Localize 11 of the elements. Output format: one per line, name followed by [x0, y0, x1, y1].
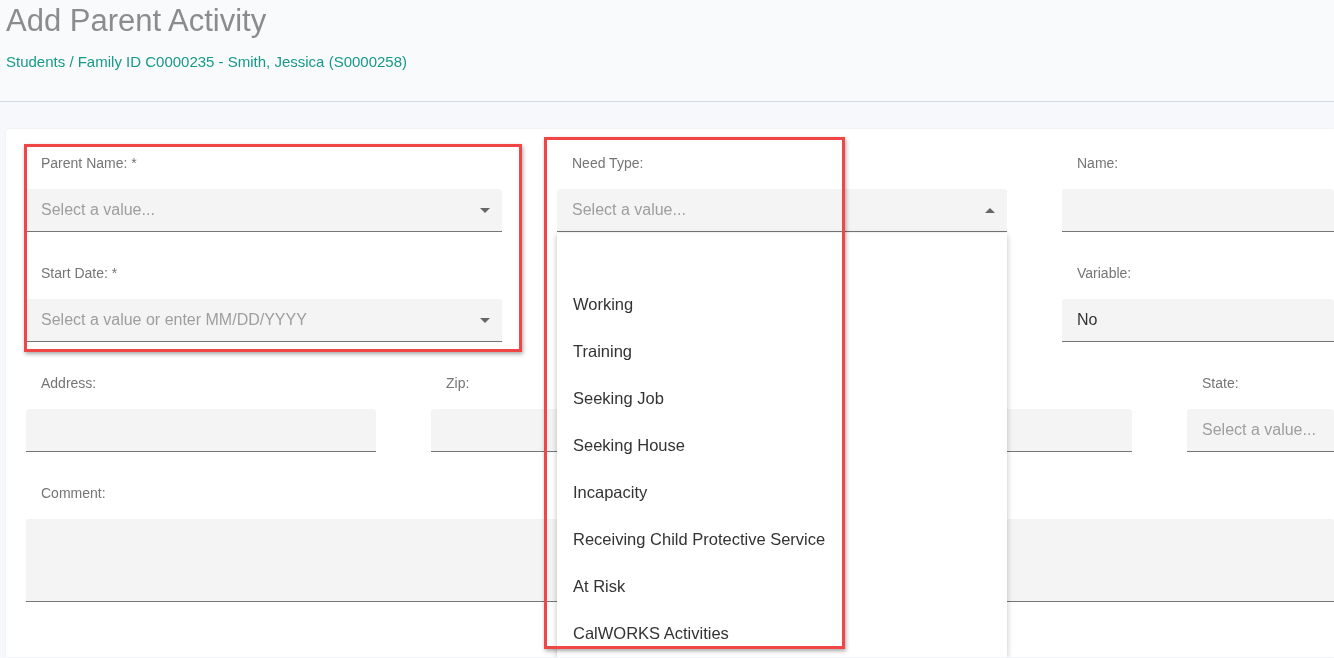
field-label: Variable:	[1077, 265, 1132, 281]
field-label: Parent Name: *	[41, 155, 137, 171]
field-label: Zip:	[446, 375, 470, 391]
field-label: Start Date: *	[41, 265, 118, 281]
field-label: Address:	[41, 375, 97, 391]
field-label: Comment:	[41, 485, 106, 501]
page-title: Add Parent Activity	[6, 2, 267, 40]
field-label: State:	[1202, 375, 1239, 391]
breadcrumb: Students / Family ID C0000235 - Smith, Jessica (S0000258)	[6, 53, 408, 70]
field-label: Need Type:	[572, 155, 644, 171]
field-label: Name:	[1077, 155, 1119, 171]
